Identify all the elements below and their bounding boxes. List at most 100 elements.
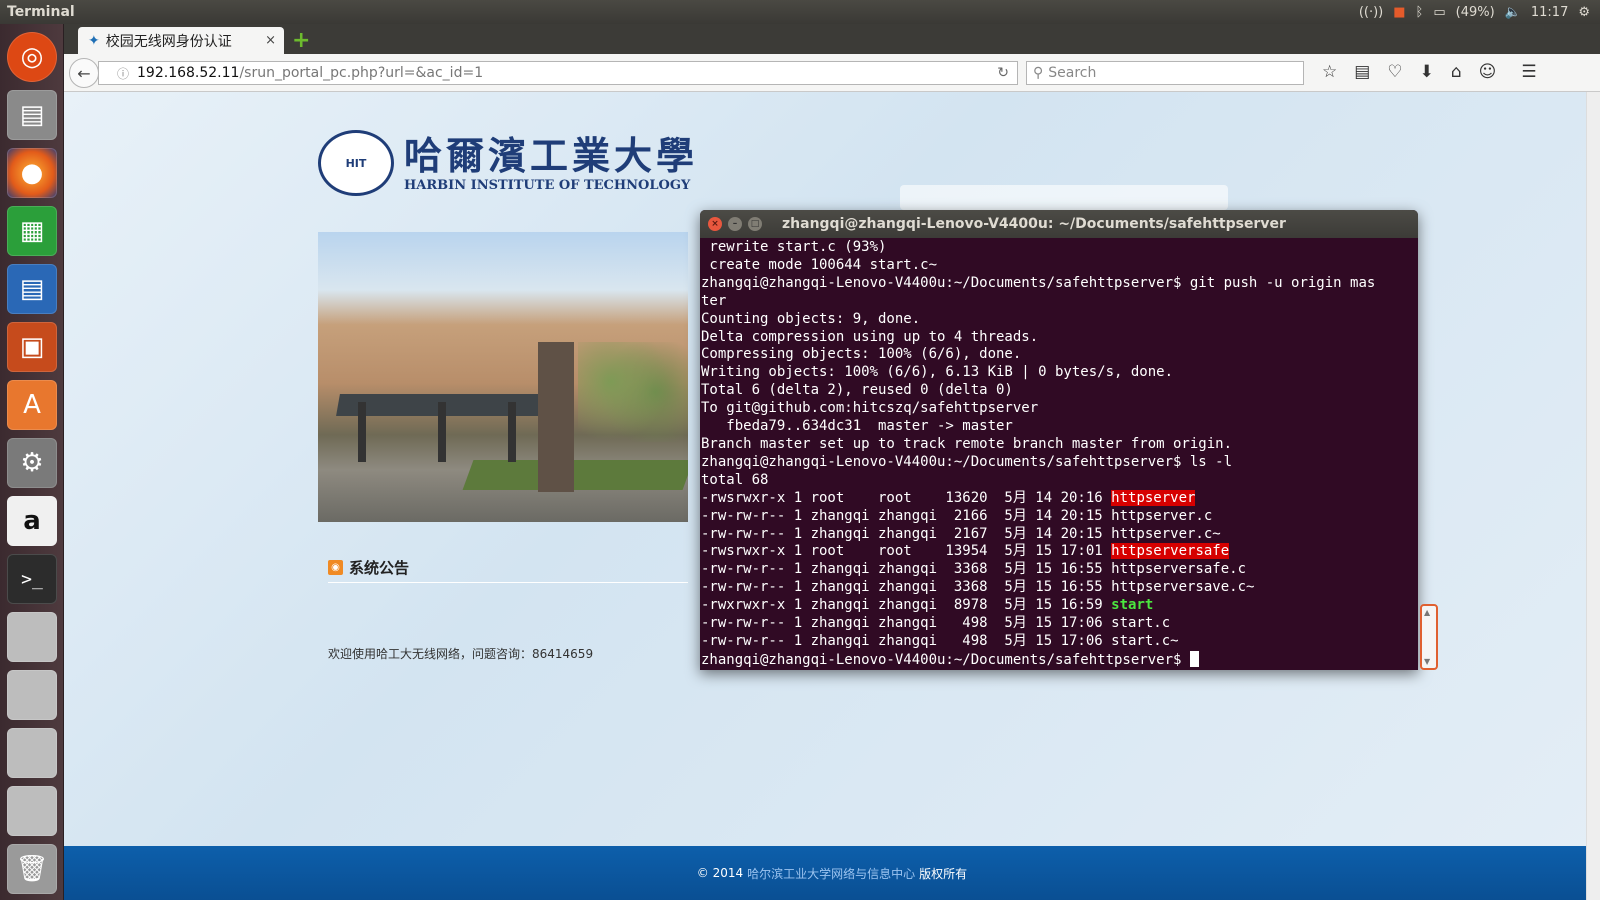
terminal-line-text: Delta compression using up to 4 threads. bbox=[701, 328, 1039, 345]
footer-rights: 版权所有 bbox=[919, 866, 968, 881]
terminal-line-text: -rw-rw-r-- 1 zhangqi zhangqi 3368 5月 15 … bbox=[701, 561, 1247, 578]
close-window-icon[interactable]: × bbox=[708, 217, 722, 231]
disk-icon[interactable] bbox=[7, 612, 57, 662]
bookmark-star-icon[interactable]: ☆ bbox=[1322, 62, 1337, 82]
minimize-window-icon[interactable]: – bbox=[728, 217, 742, 231]
scroll-up-icon[interactable]: ▲ bbox=[1424, 608, 1430, 617]
clock[interactable]: 11:17 bbox=[1531, 5, 1568, 20]
terminal-line-text: total 68 bbox=[701, 471, 769, 488]
settings-icon[interactable]: ⚙ bbox=[7, 438, 57, 488]
notification-icon[interactable]: ■ bbox=[1393, 5, 1405, 20]
launcher: ◎ ▤ ● ▦ ▤ ▣ A ⚙ a >_ 🗑 bbox=[0, 24, 64, 900]
terminal-line: Counting objects: 9, done. bbox=[701, 311, 1418, 329]
new-tab-button[interactable]: + bbox=[292, 28, 310, 53]
page-scrollbar[interactable] bbox=[1586, 92, 1600, 900]
highlighted-filename: httpserversafe bbox=[1111, 543, 1230, 560]
bluetooth-icon[interactable]: ᛒ bbox=[1416, 5, 1424, 20]
terminal-line-text: ter bbox=[701, 292, 727, 309]
announcement-title: 系统公告 bbox=[349, 559, 410, 577]
gear-icon[interactable]: ⚙ bbox=[1578, 5, 1590, 20]
favicon-icon: ✦ bbox=[88, 32, 100, 49]
close-tab-icon[interactable]: × bbox=[265, 33, 276, 48]
info-icon[interactable]: ⓘ bbox=[117, 65, 129, 82]
terminal-line-text: create mode 100644 start.c~ bbox=[701, 256, 938, 273]
software-center-icon[interactable]: A bbox=[7, 380, 57, 430]
reload-icon[interactable]: ↻ bbox=[997, 65, 1009, 81]
terminal-line: -rw-rw-r-- 1 zhangqi zhangqi 498 5月 15 1… bbox=[701, 615, 1418, 633]
battery-icon[interactable]: ▭ bbox=[1433, 5, 1445, 20]
terminal-titlebar[interactable]: × – □ zhangqi@zhangqi-Lenovo-V4400u: ~/D… bbox=[700, 210, 1418, 238]
terminal-line: zhangqi@zhangqi-Lenovo-V4400u:~/Document… bbox=[701, 650, 1418, 670]
terminal-line-text: rewrite start.c (93%) bbox=[701, 239, 887, 255]
university-seal: HIT bbox=[318, 130, 394, 196]
university-logo: HIT 哈爾濱工業大學 HARBIN INSTITUTE OF TECHNOLO… bbox=[318, 130, 698, 196]
terminal-window[interactable]: × – □ zhangqi@zhangqi-Lenovo-V4400u: ~/D… bbox=[700, 210, 1418, 670]
terminal-line-text: Branch master set up to track remote bra… bbox=[701, 435, 1233, 452]
amazon-icon[interactable]: a bbox=[7, 496, 57, 546]
terminal-line: create mode 100644 start.c~ bbox=[701, 257, 1418, 275]
terminal-line-text: Counting objects: 9, done. bbox=[701, 310, 921, 327]
terminal-icon[interactable]: >_ bbox=[7, 554, 57, 604]
terminal-line-text: To git@github.com:hitcszq/safehttpserver bbox=[701, 400, 1039, 417]
terminal-line: -rw-rw-r-- 1 zhangqi zhangqi 3368 5月 15 … bbox=[701, 579, 1418, 597]
tab-bar: ✦ 校园无线网身份认证 × + bbox=[64, 24, 1600, 54]
spreadsheet-icon[interactable]: ▦ bbox=[7, 206, 57, 256]
highlighted-filename: start bbox=[1111, 597, 1154, 614]
wifi-icon[interactable]: ((·)) bbox=[1359, 5, 1383, 20]
back-button[interactable]: ← bbox=[69, 58, 99, 88]
terminal-line: Delta compression using up to 4 threads. bbox=[701, 329, 1418, 347]
divider bbox=[328, 582, 688, 583]
menu-icon[interactable]: ☰ bbox=[1521, 62, 1536, 82]
terminal-line: -rwsrwxr-x 1 root root 13620 5月 14 20:16… bbox=[701, 489, 1418, 508]
url-path: /srun_portal_pc.php?url=&ac_id=1 bbox=[239, 65, 484, 81]
disk-icon[interactable] bbox=[7, 728, 57, 778]
terminal-line: fbeda79..634dc31 master -> master bbox=[701, 418, 1418, 436]
chat-icon[interactable]: ☺ bbox=[1479, 62, 1497, 82]
terminal-line: -rw-rw-r-- 1 zhangqi zhangqi 2167 5月 14 … bbox=[701, 526, 1418, 544]
terminal-output[interactable]: rewrite start.c (93%) create mode 100644… bbox=[700, 238, 1418, 670]
footer-link[interactable]: 哈尔滨工业大学网络与信息中心 bbox=[747, 865, 915, 882]
terminal-line-text: zhangqi@zhangqi-Lenovo-V4400u:~/Document… bbox=[701, 453, 1233, 470]
terminal-line: Branch master set up to track remote bra… bbox=[701, 436, 1418, 454]
terminal-line-text: -rwsrwxr-x 1 root root 13620 5月 14 20:16 bbox=[701, 489, 1112, 506]
terminal-line-text: -rw-rw-r-- 1 zhangqi zhangqi 2166 5月 14 … bbox=[701, 507, 1213, 524]
download-icon[interactable]: ⬇ bbox=[1420, 62, 1434, 82]
search-input[interactable]: ⚲ Search bbox=[1026, 61, 1304, 85]
terminal-title: zhangqi@zhangqi-Lenovo-V4400u: ~/Documen… bbox=[782, 216, 1286, 232]
impress-icon[interactable]: ▣ bbox=[7, 322, 57, 372]
terminal-line-text: -rw-rw-r-- 1 zhangqi zhangqi 2167 5月 14 … bbox=[701, 525, 1221, 542]
highlighted-filename: httpserver bbox=[1111, 489, 1196, 506]
rss-icon: ◉ bbox=[328, 560, 343, 575]
terminal-line-text: Compressing objects: 100% (6/6), done. bbox=[701, 346, 1022, 363]
search-icon: ⚲ bbox=[1033, 65, 1044, 81]
volume-icon[interactable]: 🔈 bbox=[1505, 5, 1521, 20]
search-placeholder: Search bbox=[1048, 65, 1097, 81]
url-bar[interactable]: ⓘ 192.168.52.11 /srun_portal_pc.php?url=… bbox=[98, 61, 1018, 85]
maximize-window-icon[interactable]: □ bbox=[748, 217, 762, 231]
writer-icon[interactable]: ▤ bbox=[7, 264, 57, 314]
home-icon[interactable]: ⌂ bbox=[1451, 62, 1462, 82]
ubuntu-dash-icon[interactable]: ◎ bbox=[7, 32, 57, 82]
reading-list-icon[interactable]: ▤ bbox=[1354, 62, 1370, 82]
tab-title: 校园无线网身份认证 bbox=[105, 33, 232, 50]
pocket-icon[interactable]: ♡ bbox=[1387, 62, 1402, 82]
welcome-text: 欢迎使用哈工大无线网络，问题咨询：86414659 bbox=[328, 647, 594, 661]
login-panel-edge bbox=[900, 185, 1228, 210]
terminal-line: -rwsrwxr-x 1 root root 13954 5月 15 17:01… bbox=[701, 543, 1418, 561]
terminal-line: Compressing objects: 100% (6/6), done. bbox=[701, 346, 1418, 364]
campus-photo bbox=[318, 232, 688, 522]
battery-percent[interactable]: (49%) bbox=[1456, 5, 1495, 20]
terminal-scrollbar[interactable]: ▲ ▼ bbox=[1420, 604, 1438, 670]
scroll-down-icon[interactable]: ▼ bbox=[1424, 657, 1430, 666]
files-icon[interactable]: ▤ bbox=[7, 90, 57, 140]
disk-icon[interactable] bbox=[7, 670, 57, 720]
terminal-line: zhangqi@zhangqi-Lenovo-V4400u:~/Document… bbox=[701, 275, 1418, 293]
active-app-name: Terminal bbox=[7, 4, 75, 20]
firefox-icon[interactable]: ● bbox=[7, 148, 57, 198]
url-host: 192.168.52.11 bbox=[137, 65, 240, 81]
disk-icon[interactable] bbox=[7, 786, 57, 836]
terminal-line: -rw-rw-r-- 1 zhangqi zhangqi 2166 5月 14 … bbox=[701, 508, 1418, 526]
terminal-line-text: zhangqi@zhangqi-Lenovo-V4400u:~/Document… bbox=[701, 274, 1376, 291]
browser-tab[interactable]: ✦ 校园无线网身份认证 × bbox=[78, 27, 284, 54]
trash-icon[interactable]: 🗑 bbox=[7, 844, 57, 894]
